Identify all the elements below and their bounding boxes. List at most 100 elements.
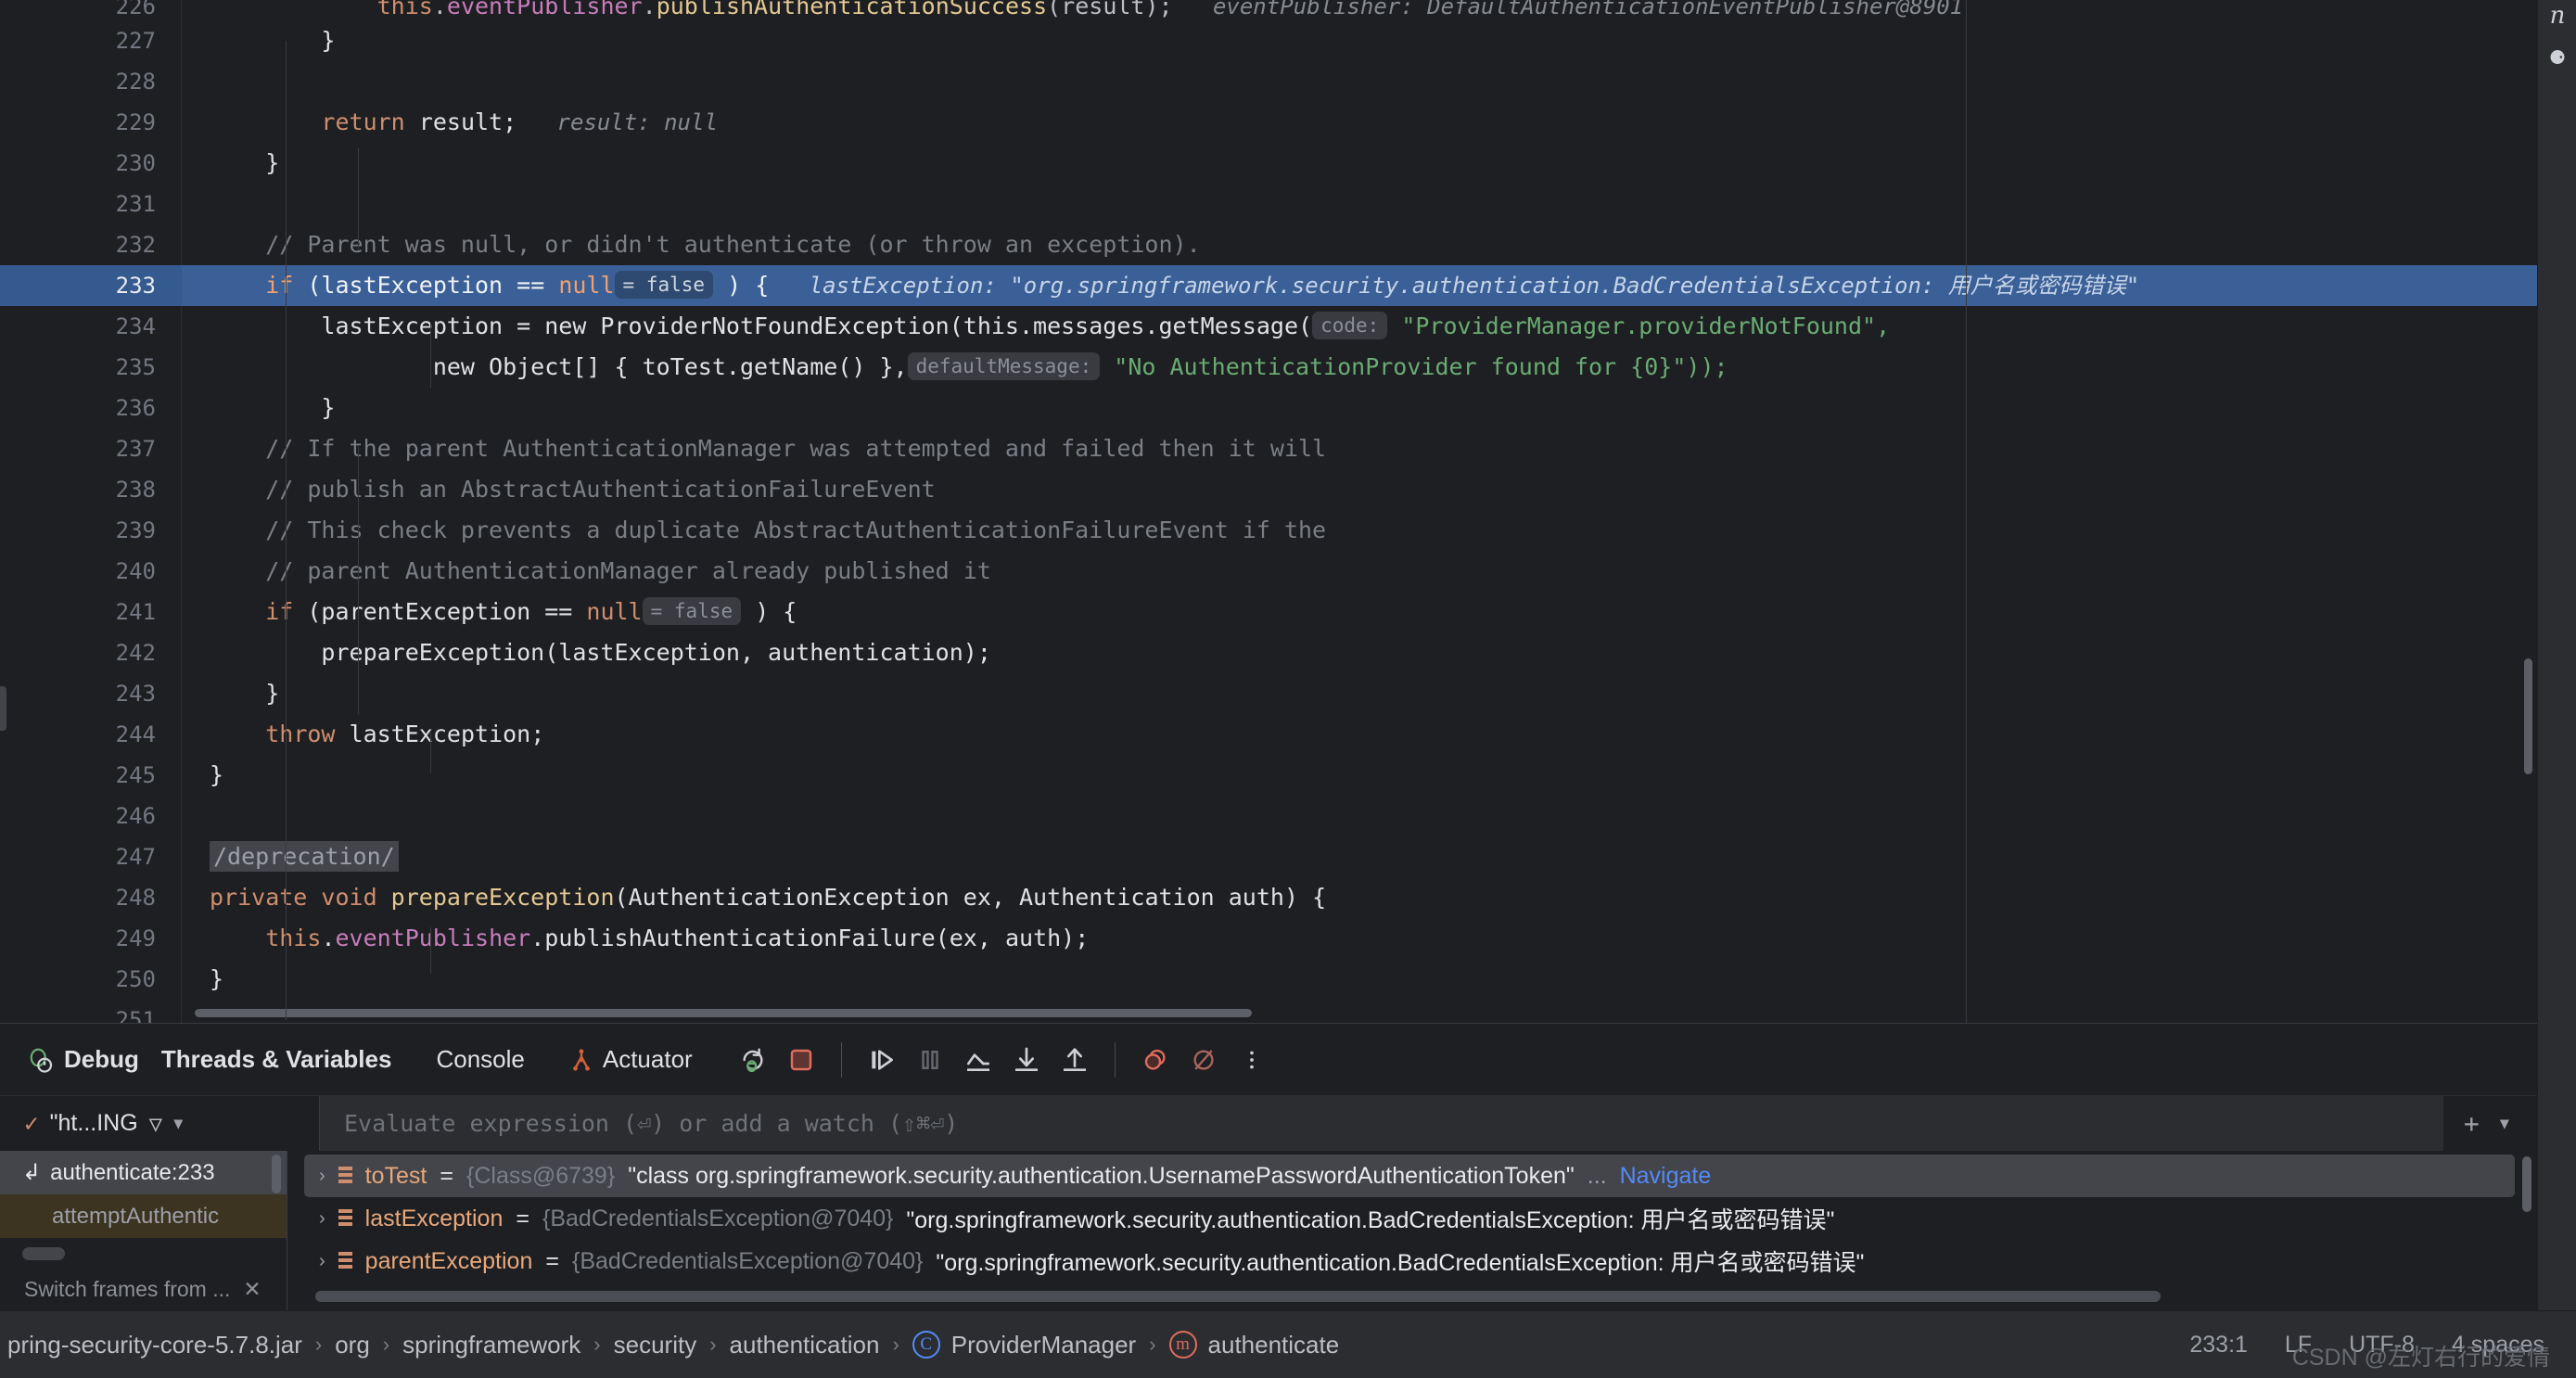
breadcrumb[interactable]: pring-security-core-5.7.8.jar › org › spring… (0, 1331, 1346, 1359)
code-line[interactable]: 250} (0, 959, 2537, 1000)
line-content[interactable]: private void prepareException(Authentica… (182, 877, 1326, 918)
line-content[interactable]: lastException = new ProviderNotFoundExce… (182, 306, 1890, 347)
evaluate-row[interactable]: ✓ "ht...ING ▽ ▼ Evaluate expression (⏎) … (0, 1095, 2537, 1152)
code-line[interactable]: 248 private void prepareException(Authent… (0, 877, 2537, 918)
debug-toolbar[interactable]: Debug Threads & Variables Console Actuat… (0, 1024, 2537, 1095)
step-over-button[interactable] (957, 1039, 1000, 1081)
code-line[interactable]: 241 if (parentException == null = false )… (0, 592, 2537, 632)
stop-button[interactable] (780, 1039, 823, 1081)
line-content[interactable]: } (182, 143, 279, 184)
line-content[interactable]: // Parent was null, or didn't authentica… (182, 224, 1200, 265)
line-content[interactable]: // If the parent AuthenticationManager w… (182, 428, 1326, 469)
code-line[interactable]: 231 (0, 184, 2537, 224)
thread-selector[interactable]: ✓ "ht...ING ▽ ▼ (0, 1095, 320, 1152)
line-number[interactable]: 249 (0, 918, 182, 959)
line-number[interactable]: 236 (0, 388, 182, 428)
line-content[interactable]: if (lastException == null = false ) { las… (182, 265, 2139, 306)
status-bar[interactable]: pring-security-core-5.7.8.jar › org › spring… (0, 1310, 2576, 1378)
tab-console[interactable]: Console (414, 1045, 546, 1074)
line-number[interactable]: 246 (0, 796, 182, 836)
line-content[interactable]: // This check prevents a duplicate Abstr… (182, 510, 1326, 551)
line-content[interactable]: } (182, 755, 223, 796)
breadcrumb-item[interactable]: authentication (722, 1331, 887, 1359)
line-content[interactable]: if (parentException == null = false ) { (182, 592, 797, 632)
line-number[interactable]: 248 (0, 877, 182, 918)
mute-breakpoints-button[interactable] (1182, 1039, 1225, 1081)
line-number[interactable]: 229 (0, 102, 182, 143)
line-content[interactable]: } (182, 20, 335, 61)
breadcrumb-item[interactable]: org (327, 1331, 377, 1359)
line-number[interactable]: 237 (0, 428, 182, 469)
code-line[interactable]: 247/deprecation/ (0, 836, 2537, 877)
filter-icon[interactable]: ▽ (149, 1111, 162, 1137)
line-number[interactable]: 241 (0, 592, 182, 632)
code-line[interactable]: 234 lastException = new ProviderNotFound… (0, 306, 2537, 347)
line-number[interactable]: 251 (0, 1000, 182, 1023)
code-line[interactable]: 237 // If the parent AuthenticationManag… (0, 428, 2537, 469)
frame-item-attempt-authentication[interactable]: attemptAuthentic (0, 1194, 287, 1238)
code-line[interactable]: 227 } (0, 20, 2537, 61)
line-number[interactable]: 243 (0, 673, 182, 714)
line-content[interactable]: } (182, 388, 335, 428)
line-number[interactable]: 235 (0, 347, 182, 388)
inline-value-hint[interactable]: = false (642, 597, 742, 625)
code-line[interactable]: 233 if (lastException == null = false ) {… (0, 265, 2537, 306)
inline-value-hint[interactable]: = false (614, 271, 714, 299)
expand-chevron-right-icon[interactable]: › (319, 1251, 325, 1272)
code-line[interactable]: 230 } (0, 143, 2537, 184)
breadcrumb-item[interactable]: pring-security-core-5.7.8.jar (0, 1331, 310, 1359)
debug-action-buttons[interactable] (732, 1039, 1273, 1081)
code-line[interactable]: 240 // parent AuthenticationManager alre… (0, 551, 2537, 592)
code-line[interactable]: 245} (0, 755, 2537, 796)
switch-frames-hint[interactable]: Switch frames from ... ✕ (0, 1267, 287, 1311)
line-number[interactable]: 239 (0, 510, 182, 551)
line-number[interactable]: 226 (0, 0, 182, 18)
editor-vertical-scrollbar[interactable] (2524, 658, 2532, 774)
code-line[interactable]: 229 return result; result: null (0, 102, 2537, 143)
resume-program-button[interactable] (861, 1039, 903, 1081)
close-icon[interactable]: ✕ (243, 1277, 261, 1302)
step-into-button[interactable] (1005, 1039, 1048, 1081)
left-tool-window-handle[interactable] (0, 686, 6, 731)
line-number[interactable]: 244 (0, 714, 182, 755)
frames-horizontal-scrollbar[interactable] (22, 1247, 65, 1260)
inline-debug-value[interactable]: eventPublisher: DefaultAuthenticationEve… (1173, 0, 1963, 18)
line-number[interactable]: 247 (0, 836, 182, 877)
line-number[interactable]: 240 (0, 551, 182, 592)
pause-program-button[interactable] (909, 1039, 951, 1081)
code-line[interactable]: 244 throw lastException; (0, 714, 2537, 755)
line-number[interactable]: 238 (0, 469, 182, 510)
variables-list[interactable]: › toTest = {Class@6739} "class org.springfra… (287, 1155, 2537, 1282)
line-content[interactable]: this.eventPublisher.publishAuthenticatio… (182, 0, 1963, 18)
frames-vertical-scrollbar[interactable] (272, 1155, 281, 1193)
evaluate-expression-input[interactable]: Evaluate expression (⏎) or add a watch (… (320, 1095, 2443, 1152)
code-line[interactable]: 243 } (0, 673, 2537, 714)
line-number[interactable]: 227 (0, 20, 182, 61)
step-out-button[interactable] (1053, 1039, 1096, 1081)
line-number[interactable]: 232 (0, 224, 182, 265)
chevron-down-icon[interactable]: ▼ (173, 1115, 183, 1133)
code-line[interactable]: 228 (0, 61, 2537, 102)
code-editor[interactable]: 226 this.eventPublisher.publishAuthentic… (0, 0, 2537, 1023)
variable-row[interactable]: › parentException = {BadCredentialsExceptio… (304, 1240, 2515, 1282)
line-content[interactable]: // publish an AbstractAuthenticationFail… (182, 469, 935, 510)
code-line[interactable]: 238 // publish an AbstractAuthentication… (0, 469, 2537, 510)
code-line[interactable]: 235 new Object[] { toTest.getName() }, de… (0, 347, 2537, 388)
caret-position[interactable]: 233:1 (2189, 1332, 2248, 1359)
code-line[interactable]: 232 // Parent was null, or didn't authen… (0, 224, 2537, 265)
watch-chevron-down-icon[interactable]: ▼ (2500, 1115, 2537, 1133)
breadcrumb-item[interactable]: m authenticate (1162, 1331, 1347, 1359)
line-number[interactable]: 228 (0, 61, 182, 102)
code-line[interactable]: 226 this.eventPublisher.publishAuthentic… (0, 0, 2537, 20)
more-options-button[interactable] (1231, 1039, 1273, 1081)
line-content[interactable]: this.eventPublisher.publishAuthenticatio… (182, 918, 1089, 959)
inline-debug-value[interactable]: result: null (516, 102, 718, 143)
view-breakpoints-button[interactable] (1134, 1039, 1177, 1081)
line-content[interactable]: new Object[] { toTest.getName() }, defaul… (182, 347, 1728, 388)
variable-navigate-link[interactable]: Navigate (1620, 1163, 1712, 1190)
line-number[interactable]: 230 (0, 143, 182, 184)
line-number[interactable]: 245 (0, 755, 182, 796)
editor-horizontal-scrollbar[interactable] (195, 1009, 1252, 1017)
line-content[interactable]: /deprecation/ (182, 836, 399, 877)
variables-horizontal-scrollbar[interactable] (315, 1291, 2161, 1302)
